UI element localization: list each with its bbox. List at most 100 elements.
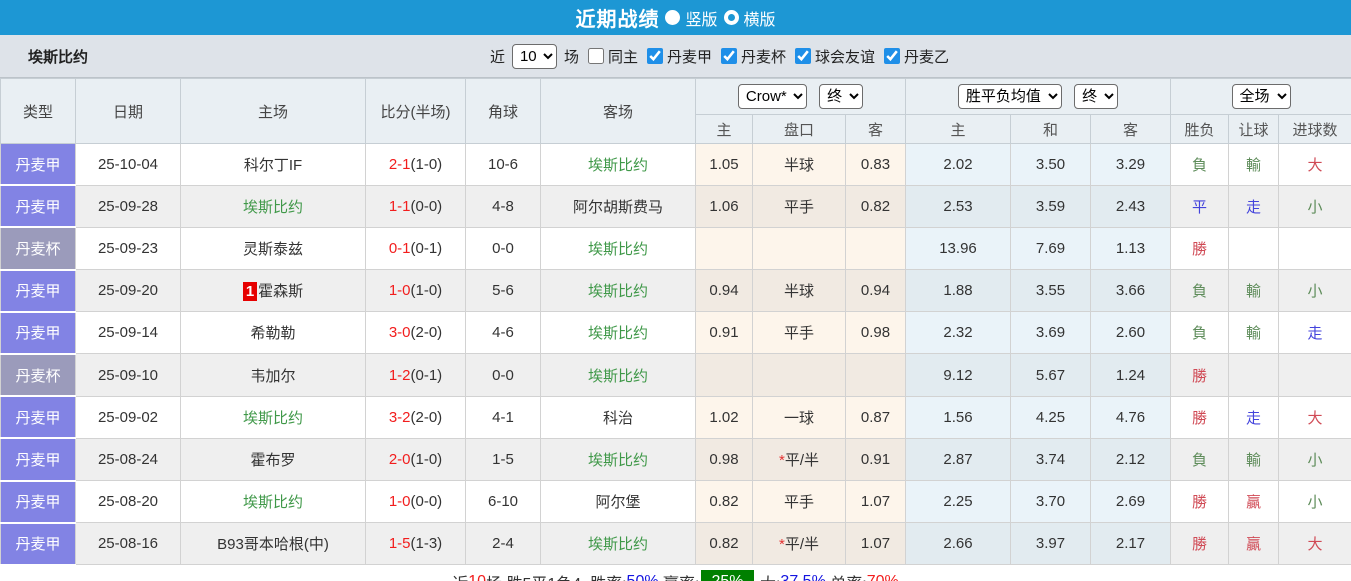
layout-radio-landscape[interactable]: 横版 [723, 6, 776, 30]
cell-odds-home: 0.94 [695, 269, 753, 313]
same-home-checkbox[interactable] [587, 48, 604, 64]
sub-header-handicap: 盘口 [752, 114, 846, 144]
scope-dropdown-cell: 全场 [1170, 78, 1351, 115]
home-team-name: 灵斯泰兹 [242, 240, 303, 258]
cell-handicap: 平手 [752, 479, 846, 524]
cell-away: 埃斯比约 [540, 269, 696, 313]
summary-segment: 单率: [826, 570, 866, 581]
match-count-select[interactable]: 10 [511, 43, 557, 69]
cell-date: 25-09-23 [75, 226, 181, 271]
radio-selected-icon [665, 10, 681, 25]
cell-handicap: 平手 [752, 184, 846, 228]
cell-mean-home: 2.87 [905, 437, 1011, 482]
table-row: 丹麦甲 25-09-02 埃斯比约 3-2(2-0) 4-1 科治 1.02 一… [0, 395, 1351, 440]
cell-let-result: 走 [1228, 184, 1280, 228]
cell-odds-away: 0.87 [845, 395, 906, 439]
league-checkbox-3[interactable] [884, 48, 901, 64]
away-team-name: 埃斯比约 [587, 325, 648, 343]
odds-source-select[interactable]: Crow* [737, 84, 807, 109]
layout-radio-portrait[interactable]: 竖版 [665, 6, 718, 30]
cell-away: 埃斯比约 [540, 522, 696, 566]
cell-goals [1278, 353, 1351, 397]
cell-mean-home: 2.66 [905, 522, 1011, 566]
cell-score: 2-0(1-0) [365, 437, 466, 482]
cell-league: 丹麦甲 [0, 395, 76, 440]
results-table: 类型 日期 主场 比分(半场) 角球 客场 Crow* 终 胜平负均值 终 全场 [0, 78, 1351, 566]
cell-odds-home: 0.82 [695, 479, 753, 524]
cell-mean-home: 2.02 [905, 143, 1011, 186]
cell-away: 埃斯比约 [540, 437, 696, 482]
cell-mean-away: 2.60 [1089, 311, 1172, 355]
cell-odds-away: 0.83 [845, 143, 906, 186]
fulltime-score: 3-2 [388, 408, 411, 426]
home-team-name: 霍森斯 [258, 283, 304, 301]
odds-time-select[interactable]: 终 [819, 84, 864, 109]
cell-mean-away: 3.29 [1089, 143, 1172, 186]
cell-score: 1-5(1-3) [365, 522, 466, 566]
cell-let-result: 贏 [1228, 479, 1280, 524]
home-team-name: 埃斯比约 [242, 409, 303, 427]
league-checkbox-1[interactable] [721, 48, 738, 64]
fulltime-score: 1-1 [388, 197, 411, 215]
cell-let-result [1228, 226, 1280, 271]
cell-away: 埃斯比约 [540, 226, 696, 271]
cell-handicap: *平/半 [752, 522, 846, 566]
home-team-name: 埃斯比约 [242, 494, 303, 512]
league-checkbox-0[interactable] [647, 48, 663, 64]
layout-portrait-label: 竖版 [685, 11, 718, 29]
col-header-score: 比分(半场) [365, 78, 466, 144]
halftime-score: (2-0) [410, 324, 443, 342]
page-title: 近期战绩 [575, 9, 660, 31]
table-row: 丹麦甲 25-09-28 埃斯比约 1-1(0-0) 4-8 阿尔胡斯费马 1.… [0, 184, 1351, 229]
scope-select[interactable]: 全场 [1231, 84, 1291, 109]
odds-dropdown-cell: Crow* 终 [695, 78, 906, 115]
league-checkbox-2[interactable] [795, 48, 812, 64]
cell-handicap: 半球 [752, 143, 846, 186]
summary-segment: 10 [468, 573, 486, 581]
halftime-score: (0-0) [410, 197, 443, 215]
halftime-score: (1-0) [410, 450, 443, 468]
away-team-name: 阿尔堡 [595, 494, 641, 512]
cell-goals: 小 [1278, 184, 1351, 228]
cell-let-result: 贏 [1228, 522, 1280, 566]
table-row: 丹麦杯 25-09-10 韦加尔 1-2(0-1) 0-0 埃斯比约 9.12 … [0, 353, 1351, 398]
cell-score: 2-1(1-0) [365, 143, 466, 186]
cell-result: 負 [1170, 269, 1230, 313]
cell-corners: 4-8 [465, 184, 541, 228]
cell-let-result [1228, 353, 1280, 397]
cell-handicap: 半球 [752, 269, 846, 313]
away-team-name: 科治 [602, 409, 633, 427]
mean-type-select[interactable]: 胜平负均值 [957, 84, 1062, 109]
cell-mean-away: 1.13 [1089, 226, 1172, 271]
cell-goals: 小 [1278, 269, 1351, 313]
cell-away: 阿尔胡斯费马 [540, 184, 696, 228]
cell-corners: 4-1 [465, 395, 541, 439]
cell-odds-away: 1.07 [845, 522, 906, 566]
league-label-2: 球会友谊 [815, 48, 876, 66]
fulltime-score: 0-1 [388, 239, 411, 257]
cell-home: 1 霍森斯 [180, 269, 366, 313]
cell-mean-draw: 3.97 [1010, 522, 1091, 566]
mean-time-select[interactable]: 终 [1074, 84, 1119, 109]
cell-odds-home [695, 226, 753, 271]
cell-corners: 2-4 [465, 522, 541, 566]
cell-goals: 大 [1278, 522, 1351, 566]
sub-header-let: 让球 [1228, 114, 1280, 144]
cell-mean-away: 2.69 [1089, 479, 1172, 524]
col-header-home: 主场 [180, 78, 366, 144]
away-team-name: 埃斯比约 [587, 156, 648, 174]
cell-handicap: *平/半 [752, 437, 846, 482]
cell-score: 1-1(0-0) [365, 184, 466, 228]
cell-mean-away: 2.12 [1089, 437, 1172, 482]
cell-odds-home: 1.06 [695, 184, 753, 228]
radio-unselected-icon [723, 10, 739, 25]
cell-mean-away: 2.43 [1089, 184, 1172, 228]
away-team-name: 埃斯比约 [587, 283, 648, 301]
cell-date: 25-08-16 [75, 522, 181, 566]
cell-result: 勝 [1170, 226, 1230, 271]
cell-date: 25-09-20 [75, 269, 181, 313]
cell-mean-draw: 3.50 [1010, 143, 1091, 186]
fulltime-score: 1-0 [388, 282, 411, 300]
cell-corners: 4-6 [465, 311, 541, 355]
cell-league: 丹麦杯 [0, 353, 76, 398]
